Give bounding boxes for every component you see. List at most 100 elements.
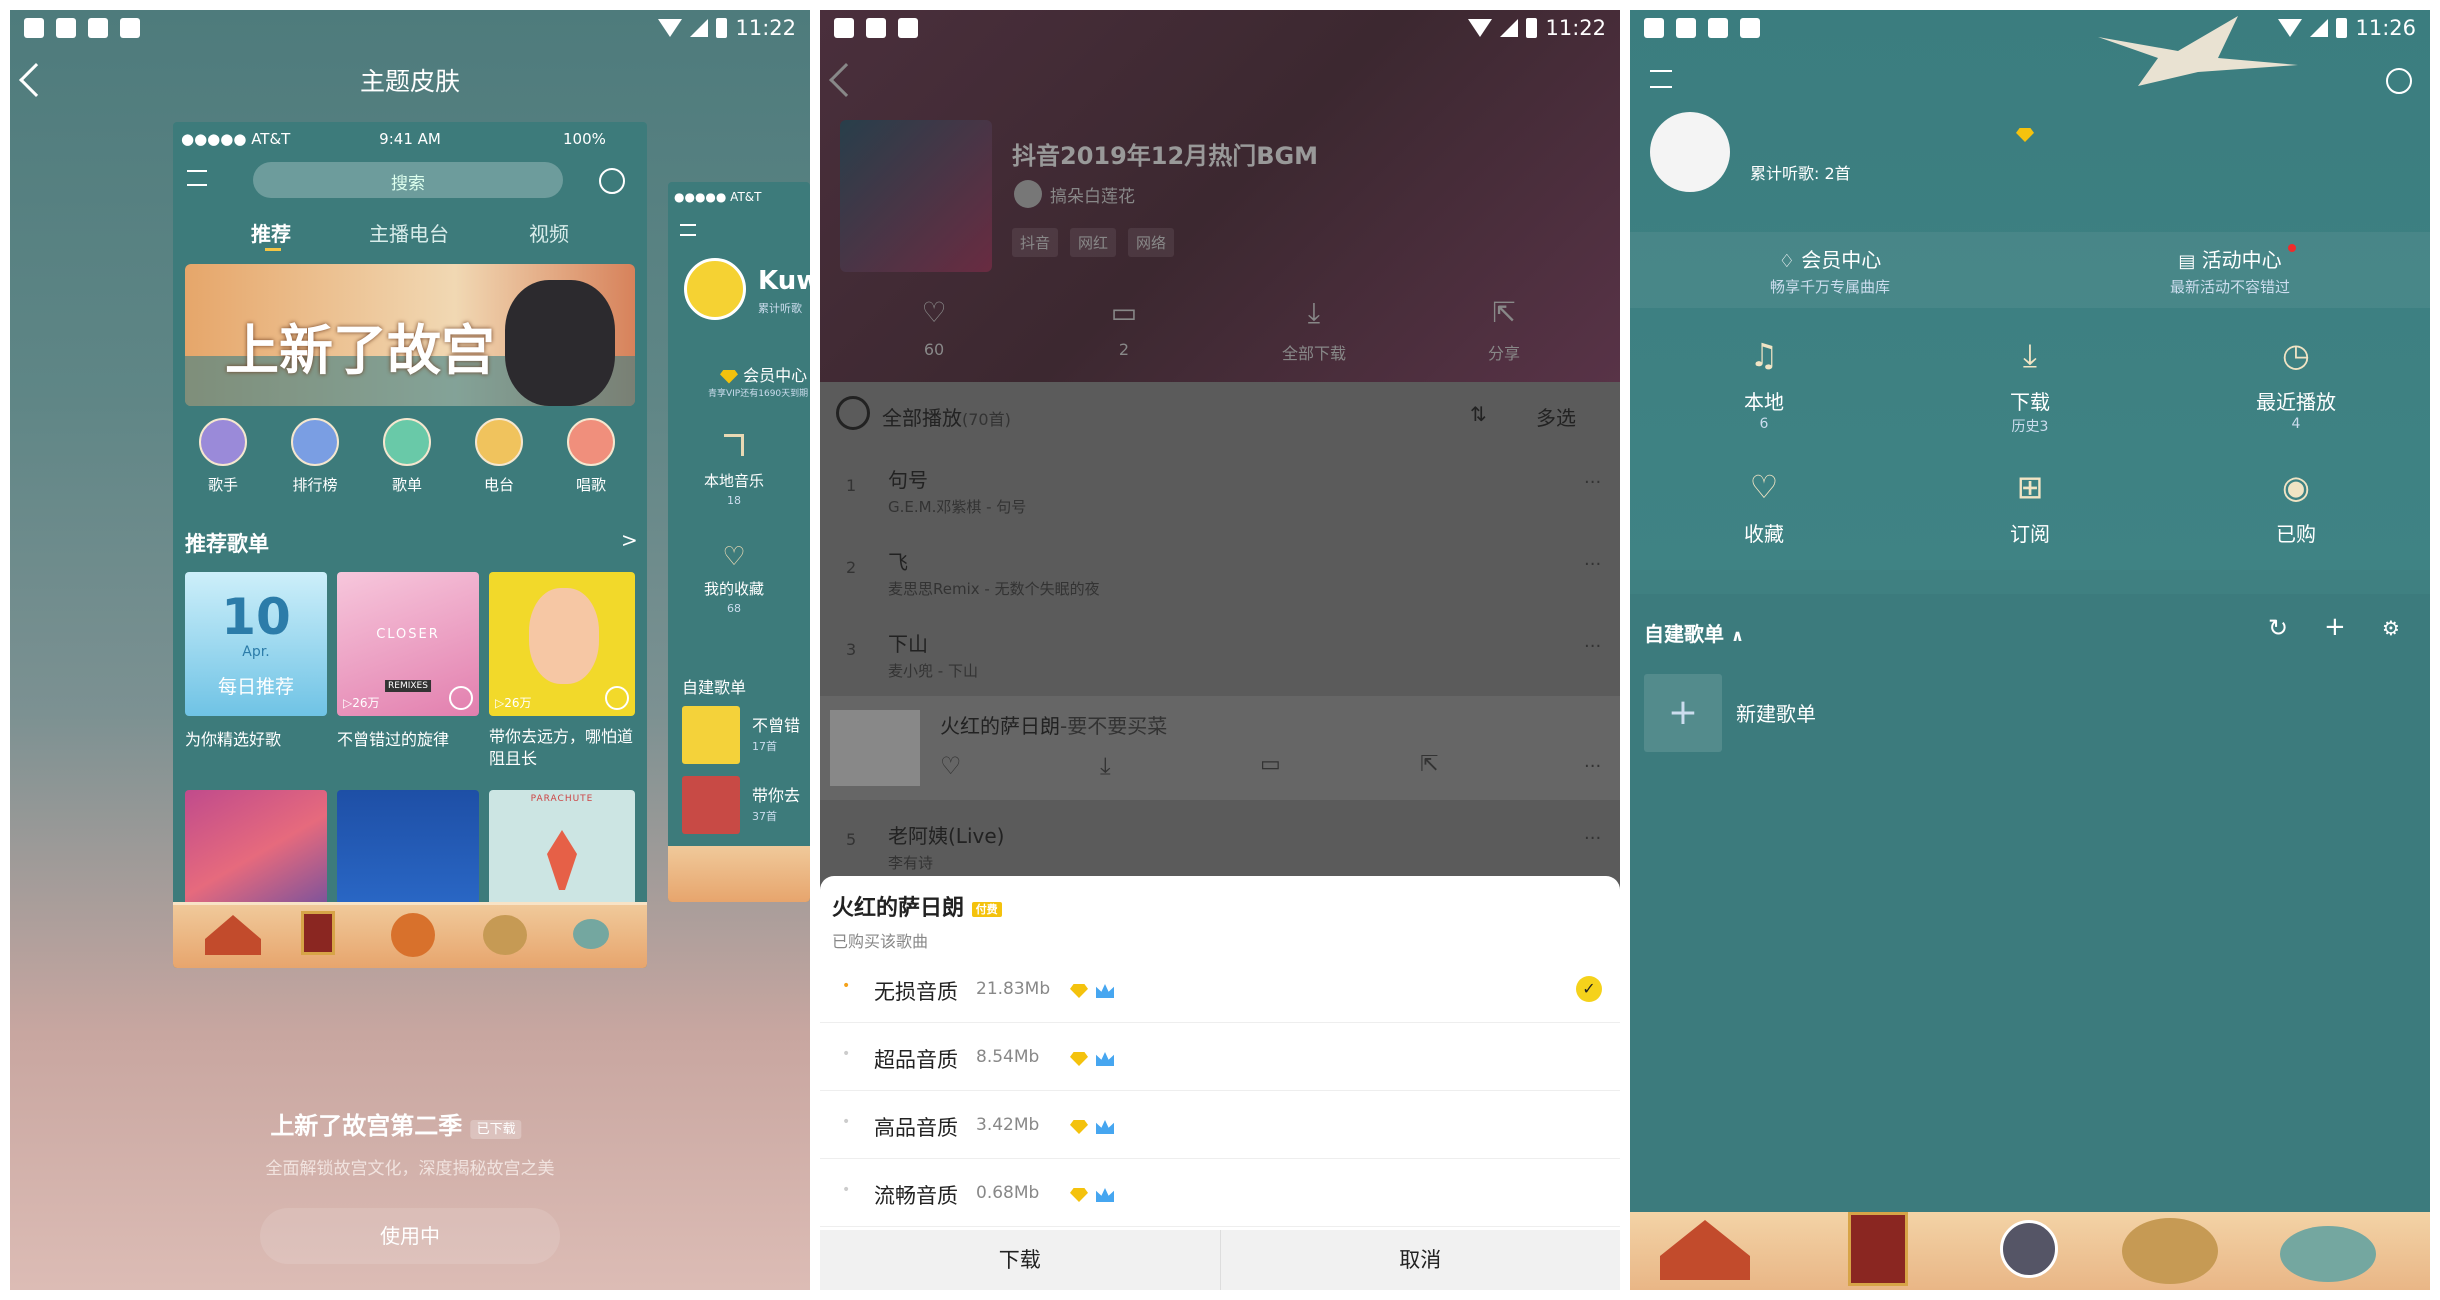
settings-icon[interactable]: ⚙ (2382, 616, 2400, 640)
daily-card[interactable]: 10 Apr. 每日推荐 (185, 572, 327, 716)
comment-icon[interactable]: ▭ (1111, 296, 1137, 329)
download-icon[interactable]: ⤓ (2023, 336, 2037, 375)
play-icon[interactable] (449, 686, 473, 710)
grid-label[interactable]: 最近播放 (2256, 386, 2336, 415)
nav-teacup-icon[interactable] (2280, 1226, 2376, 1282)
playing-download-icon[interactable]: ⤓ (1100, 752, 1111, 780)
quick-icon-0[interactable] (199, 418, 247, 466)
heart-icon[interactable]: ♡ (1750, 468, 1779, 506)
grid-label[interactable]: 订阅 (2010, 518, 2050, 547)
cancel-button[interactable]: 取消 (1221, 1230, 1621, 1290)
quick-icon-4[interactable] (567, 418, 615, 466)
song-row[interactable]: 2 飞麦思思Remix - 无数个失眠的夜 ··· (820, 530, 1620, 612)
more-icon[interactable]: ··· (1584, 756, 1601, 777)
playlist-card-yellow[interactable]: ▷26万 (489, 572, 635, 716)
side-pl2-cover[interactable] (682, 776, 740, 834)
song-row[interactable]: 3 下山 麦小兜 - 下山 ··· (820, 612, 1620, 694)
quality-option[interactable]: • 流畅音质 0.68Mb (820, 1160, 1620, 1227)
playlist-card-parachute[interactable]: PARACHUTE (489, 790, 635, 920)
add-icon[interactable] (2386, 68, 2412, 94)
add-icon[interactable] (599, 168, 625, 194)
more-icon[interactable]: ··· (1584, 828, 1601, 849)
purchased-icon[interactable]: ◉ (2282, 468, 2310, 506)
quick-icon-1[interactable] (291, 418, 339, 466)
play-all[interactable]: 全部播放(70首) (882, 402, 1011, 431)
playing-comment-icon[interactable]: ▭ (1260, 752, 1281, 777)
promo-banner[interactable]: 上新了故宫 (185, 264, 635, 406)
playing-share-icon[interactable]: ⇱ (1420, 752, 1438, 777)
menu-icon[interactable] (187, 170, 207, 186)
nav-music-icon[interactable] (1848, 1212, 1908, 1286)
side-vip[interactable]: 会员中心 (714, 362, 807, 386)
search-bar[interactable]: 搜索 (253, 162, 563, 198)
tab-radio[interactable]: 主播电台 (369, 218, 449, 247)
multi-select-button[interactable]: 多选 (1536, 402, 1576, 431)
refresh-icon[interactable]: ↻ (2268, 614, 2288, 642)
quality-option[interactable]: • 无损音质 21.83Mb ✓ (820, 956, 1620, 1023)
song-title: 句号 (888, 468, 928, 492)
side-avatar[interactable] (684, 258, 746, 320)
theme-preview-main[interactable]: ●●●●● AT&T 9:41 AM 100% 搜索 推荐 主播电台 视频 上新… (173, 122, 647, 968)
menu-icon[interactable] (1650, 70, 1672, 88)
vip-center-label: 会员中心 (1801, 248, 1882, 272)
more-icon[interactable]: ··· (1584, 472, 1601, 493)
side-fav[interactable]: 我的收藏 (704, 578, 764, 599)
sort-icon[interactable]: ⇅ (1470, 402, 1487, 426)
activity-center[interactable]: ▤ 活动中心 (2178, 244, 2281, 273)
tag-0[interactable]: 抖音 (1012, 228, 1059, 257)
playing-row[interactable]: 火红的萨日朗-要不要买菜 ♡ ⤓ ▭ ⇱ ··· (820, 696, 1620, 800)
author-avatar[interactable] (1014, 180, 1042, 208)
vip-center[interactable]: ♢ 会员中心 (1779, 244, 1882, 273)
download-icon[interactable]: ⤓ (1308, 296, 1320, 330)
more-icon[interactable]: ··· (1584, 554, 1601, 575)
theme-preview-side[interactable]: ●●●●● AT&T Kuw 累计听歌 会员中心 青享VIP还有1690天到期 … (668, 182, 810, 902)
back-icon[interactable] (19, 63, 53, 97)
download-button[interactable]: 下载 (820, 1230, 1221, 1290)
playlist-card-closer[interactable]: CLOSER REMIXES ▷26万 (337, 572, 479, 716)
side-pl1-cover[interactable] (682, 706, 740, 764)
heart-icon[interactable]: ♡ (921, 296, 946, 329)
play-icon[interactable] (605, 686, 629, 710)
grid-label[interactable]: 下载 (2010, 386, 2050, 415)
side-pl1[interactable]: 不曾错 (752, 712, 800, 736)
play-all-icon[interactable] (836, 396, 870, 430)
nav-player-icon[interactable] (2000, 1220, 2058, 1278)
new-playlist-tile[interactable]: + (1644, 674, 1722, 752)
song-row-5[interactable]: 5 老阿姨(Live) 李有诗 ··· (820, 810, 1620, 884)
side-menu-icon[interactable] (680, 224, 696, 236)
playlist-card-born[interactable] (337, 790, 479, 920)
music-note-icon[interactable]: ♫ (1750, 336, 1779, 374)
clock-icon[interactable]: ◷ (2282, 336, 2310, 374)
use-theme-button[interactable]: 使用中 (260, 1208, 560, 1264)
share-icon[interactable]: ⇱ (1492, 296, 1515, 329)
theme-bottom-decoration (173, 902, 647, 968)
side-pl2[interactable]: 带你去 (752, 782, 800, 806)
playlist-head[interactable]: 自建歌单 ∧ (1644, 618, 1744, 647)
song-row[interactable]: 1 句号 G.E.M.邓紫棋 - 句号 ··· (820, 448, 1620, 530)
quick-icon-3[interactable] (475, 418, 523, 466)
nav-compass-icon[interactable] (2122, 1218, 2218, 1284)
tab-recommend[interactable]: 推荐 (251, 218, 291, 247)
rec-more-icon[interactable]: > (621, 528, 638, 552)
album-cover[interactable] (840, 120, 992, 272)
quality-option[interactable]: • 超品音质 8.54Mb (820, 1024, 1620, 1091)
grid-label[interactable]: 本地 (1744, 386, 1784, 415)
quality-option[interactable]: • 高品音质 3.42Mb (820, 1092, 1620, 1159)
subscribe-icon[interactable]: ⊞ (2017, 468, 2044, 506)
nav-palace-icon[interactable] (1660, 1220, 1750, 1280)
tag-1[interactable]: 网红 (1070, 228, 1117, 257)
avatar[interactable] (1650, 112, 1730, 192)
quick-icon-2[interactable] (383, 418, 431, 466)
tab-video[interactable]: 视频 (529, 218, 569, 247)
side-local[interactable]: 本地音乐 (704, 470, 764, 491)
grid-label[interactable]: 收藏 (1744, 518, 1784, 547)
new-playlist[interactable]: 新建歌单 (1736, 698, 1816, 727)
playing-heart-icon[interactable]: ♡ (940, 752, 962, 780)
author-name[interactable]: 搞朵白莲花 (1050, 182, 1135, 207)
tag-2[interactable]: 网络 (1128, 228, 1175, 257)
daily-label: 每日推荐 (217, 676, 295, 698)
playlist-card-pink[interactable] (185, 790, 327, 920)
grid-label[interactable]: 已购 (2276, 518, 2316, 547)
add-playlist-icon[interactable]: + (2324, 612, 2346, 642)
more-icon[interactable]: ··· (1584, 636, 1601, 657)
